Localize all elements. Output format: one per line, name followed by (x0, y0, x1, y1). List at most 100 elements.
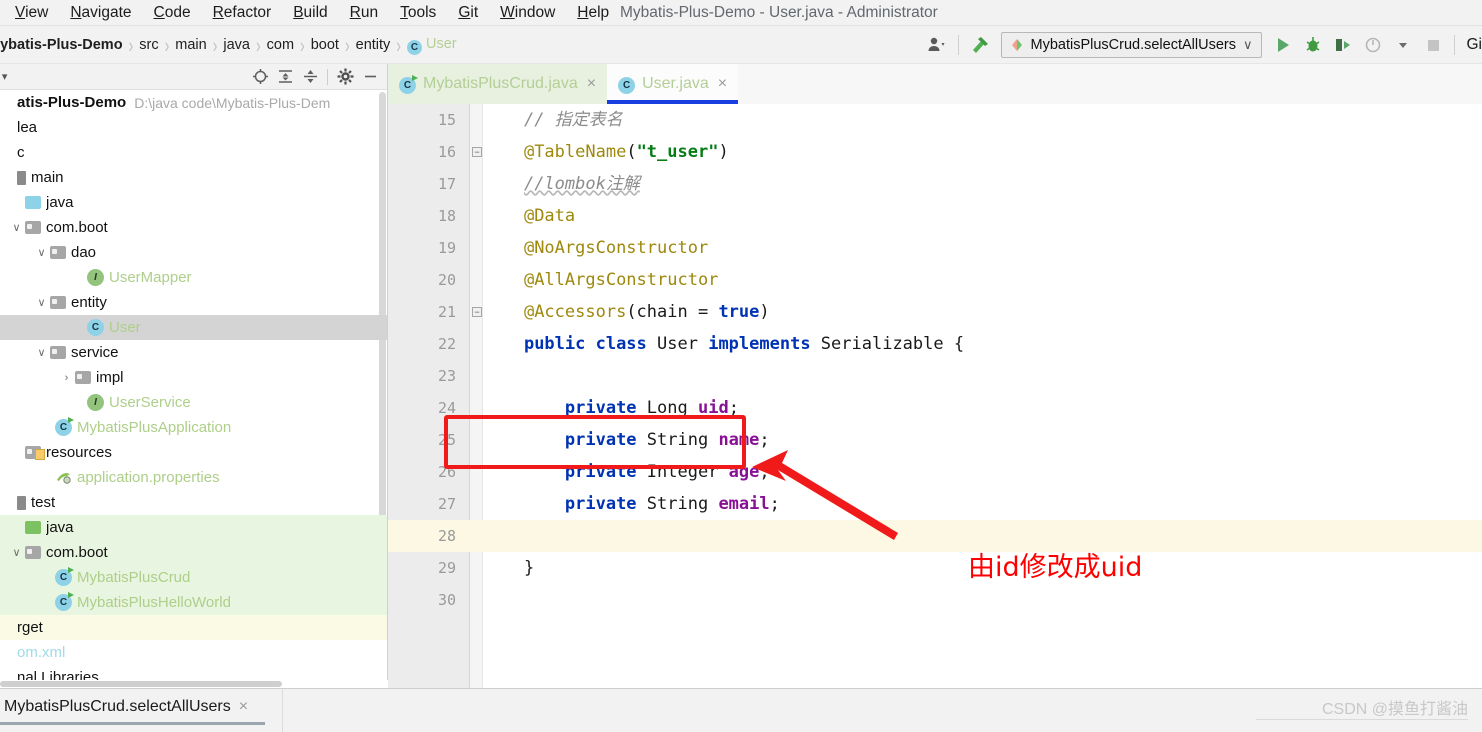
tree-node-application.properties[interactable]: application.properties (0, 465, 387, 490)
code-line-30[interactable]: 30 (388, 584, 1482, 616)
tree-hscroll-thumb[interactable] (0, 681, 282, 687)
hide-panel-icon[interactable] (359, 67, 381, 87)
code-line-26[interactable]: 26 private Integer age; (388, 456, 1482, 488)
locate-icon[interactable] (249, 67, 271, 87)
debug-icon[interactable] (1298, 30, 1328, 60)
user-settings-icon[interactable] (922, 30, 952, 60)
code-line-15[interactable]: 15 // 指定表名 (388, 104, 1482, 136)
chevron-down-icon[interactable]: ∨ (33, 344, 50, 361)
run-with-coverage-icon[interactable] (1328, 30, 1358, 60)
menu-item-build[interactable]: Build (282, 0, 338, 26)
close-icon[interactable]: × (587, 75, 596, 93)
tree-node-.idea[interactable]: lea (0, 115, 387, 140)
tree-node-resources[interactable]: resources (0, 440, 387, 465)
menu-item-window[interactable]: Window (489, 0, 566, 26)
tree-node-mybatis-plus-demo[interactable]: atis-Plus-Demo D:\java code\Mybatis-Plus-… (0, 90, 387, 115)
code-line-28[interactable]: 28 (388, 520, 1482, 552)
breadcrumb-item-mybatis-plus-demo[interactable]: Mybatis-Plus-Demo (0, 37, 127, 53)
editor-tab-user-java[interactable]: C User.java × (607, 64, 739, 104)
close-icon[interactable]: × (239, 698, 248, 716)
breadcrumb-item-com[interactable]: com (263, 37, 298, 53)
tree-node-entity[interactable]: ∨ entity (0, 290, 387, 315)
tree-horizontal-scrollbar[interactable] (0, 680, 388, 688)
breadcrumb-item-java[interactable]: java (219, 37, 254, 53)
run-icon[interactable] (1268, 30, 1298, 60)
project-tree[interactable]: atis-Plus-Demo D:\java code\Mybatis-Plus-… (0, 90, 387, 688)
git-menu-label[interactable]: Gi (1467, 36, 1482, 54)
code-line-29[interactable]: 29 } (388, 552, 1482, 584)
tree-node-label: com.boot (46, 219, 108, 236)
chevron-down-icon[interactable]: ∨ (8, 544, 25, 561)
tree-node-src[interactable]: c (0, 140, 387, 165)
settings-gear-icon[interactable] (334, 67, 356, 87)
run-tab[interactable]: MybatisPlusCrud.selectAllUsers × (0, 692, 258, 722)
code-line-20[interactable]: 20 @AllArgsConstructor (388, 264, 1482, 296)
breadcrumb-item-src[interactable]: src (135, 37, 162, 53)
chevron-right-icon[interactable]: › (58, 369, 75, 386)
profiler-icon[interactable] (1358, 30, 1388, 60)
code-editor[interactable]: 15 // 指定表名 16 − @TableName("t_user") 17 //l… (388, 104, 1482, 688)
project-panel-title-area[interactable]: : ▾ (0, 69, 8, 85)
code-line-16[interactable]: 16 − @TableName("t_user") (388, 136, 1482, 168)
tree-node-impl[interactable]: › impl (0, 365, 387, 390)
source-folder-icon (25, 196, 41, 209)
code-line-24[interactable]: 24 private Long uid; (388, 392, 1482, 424)
run-configuration-selector[interactable]: MybatisPlusCrud.selectAllUsers ∨ (1000, 32, 1262, 58)
build-hammer-icon[interactable] (965, 30, 995, 60)
tree-node-java[interactable]: java (0, 515, 387, 540)
editor-tab-bar[interactable]: C MybatisPlusCrud.java × C User.java × (388, 64, 1482, 104)
tree-node-userservice[interactable]: I UserService (0, 390, 387, 415)
stop-icon[interactable] (1418, 30, 1448, 60)
tree-node-dao[interactable]: ∨ dao (0, 240, 387, 265)
tree-node-mybatispluscrud[interactable]: C MybatisPlusCrud (0, 565, 387, 590)
code-line-17[interactable]: 17 //lombok注解 (388, 168, 1482, 200)
fold-marker-icon[interactable]: − (472, 147, 482, 157)
expand-all-icon[interactable] (274, 67, 296, 87)
breadcrumb[interactable]: Mybatis-Plus-Demo › src › main › java › com › boot… (0, 26, 461, 64)
code-line-21[interactable]: 21 − @Accessors(chain = true) (388, 296, 1482, 328)
code-line-23[interactable]: 23 (388, 360, 1482, 392)
tree-node-java[interactable]: java (0, 190, 387, 215)
tree-node-com.boot[interactable]: ∨ com.boot (0, 215, 387, 240)
chevron-down-icon[interactable]: ∨ (1243, 37, 1253, 53)
chevron-down-icon[interactable]: ∨ (33, 244, 50, 261)
chevron-down-icon[interactable]: ▾ (2, 70, 8, 83)
chevron-down-icon[interactable]: ∨ (8, 219, 25, 236)
menu-item-run[interactable]: Run (339, 0, 389, 26)
menu-item-code[interactable]: Code (143, 0, 202, 26)
editor-tab-mybatispluscrud-java[interactable]: C MybatisPlusCrud.java × (388, 64, 608, 104)
menu-item-tools[interactable]: Tools (389, 0, 447, 26)
code-line-19[interactable]: 19 @NoArgsConstructor (388, 232, 1482, 264)
code-line-18[interactable]: 18 @Data (388, 200, 1482, 232)
tree-node-target[interactable]: rget (0, 615, 387, 640)
menu-item-refactor[interactable]: Refactor (202, 0, 283, 26)
menu-item-navigate[interactable]: Navigate (59, 0, 142, 26)
breadcrumb-item-main[interactable]: main (171, 37, 210, 53)
chevron-down-icon[interactable]: ∨ (33, 294, 50, 311)
menu-item-help[interactable]: Help (566, 0, 620, 26)
tree-node-main[interactable]: main (0, 165, 387, 190)
collapse-all-icon[interactable] (299, 67, 321, 87)
code-line-22[interactable]: 22 public class User implements Serializ… (388, 328, 1482, 360)
code-line-25[interactable]: 25 private String name; (388, 424, 1482, 456)
code-lines[interactable]: 15 // 指定表名 16 − @TableName("t_user") 17 //l… (388, 104, 1482, 688)
tree-node-mybatisplushelloworld[interactable]: C MybatisPlusHelloWorld (0, 590, 387, 615)
tree-node-mybatisplusapplication[interactable]: C MybatisPlusApplication (0, 415, 387, 440)
tree-node-service[interactable]: ∨ service (0, 340, 387, 365)
tree-node-usermapper[interactable]: I UserMapper (0, 265, 387, 290)
breadcrumb-item-user[interactable]: C User (403, 36, 461, 55)
breadcrumb-item-boot[interactable]: boot (307, 37, 343, 53)
menu-item-git[interactable]: Git (447, 0, 489, 26)
tree-node-test[interactable]: test (0, 490, 387, 515)
menu-item-view[interactable]: View (4, 0, 59, 26)
tree-node-label: MybatisPlusCrud (77, 569, 191, 586)
close-icon[interactable]: × (718, 75, 727, 93)
fold-marker-icon[interactable]: − (472, 307, 482, 317)
breadcrumb-item-entity[interactable]: entity (352, 37, 395, 53)
code-line-27[interactable]: 27 private String email; (388, 488, 1482, 520)
tree-node-pom.xml[interactable]: om.xml (0, 640, 387, 665)
profiler-dropdown-icon[interactable] (1388, 30, 1418, 60)
tree-node-com.boot[interactable]: ∨ com.boot (0, 540, 387, 565)
tree-node-user[interactable]: C User (0, 315, 387, 340)
